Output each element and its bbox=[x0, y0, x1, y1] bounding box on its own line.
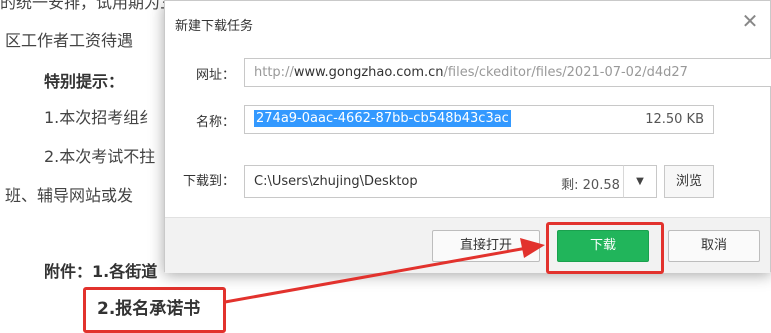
url-host: www.gongzhao.com.cn bbox=[293, 65, 444, 80]
filename-value: 274a9-0aac-4662-87bb-cb548b43c3ac bbox=[254, 110, 511, 127]
url-label: 网址： bbox=[195, 68, 235, 83]
cancel-button[interactable]: 取消 bbox=[668, 230, 760, 262]
download-highlight-box bbox=[546, 222, 664, 274]
destination-path: C:\Users\zhujing\Desktop bbox=[254, 174, 418, 189]
open-directly-button[interactable]: 直接打开 bbox=[432, 230, 540, 262]
destination-path-field[interactable]: C:\Users\zhujing\Desktop 剩: 20.58 GB bbox=[244, 165, 656, 198]
url-scheme: http:// bbox=[254, 65, 294, 80]
filename-field[interactable]: 274a9-0aac-4662-87bb-cb548b43c3ac 12.50 … bbox=[244, 105, 714, 134]
dest-label: 下载到： bbox=[182, 174, 235, 189]
article-line: 2.本次考试不拄 bbox=[44, 147, 156, 166]
name-label: 名称： bbox=[195, 115, 235, 130]
url-field[interactable]: http://www.gongzhao.com.cn/files/ckedito… bbox=[244, 58, 771, 87]
article-line: 1.本次招考组纟 bbox=[44, 108, 156, 127]
article-line: 区工作者工资待遇 bbox=[5, 31, 134, 50]
new-download-dialog: 新建下载任务 ✕ 网址： http://www.gongzhao.com.cn/… bbox=[164, 0, 771, 274]
attachment-heading: 附件：1.各街道 bbox=[44, 262, 158, 281]
close-icon[interactable]: ✕ bbox=[740, 11, 760, 31]
article-line: 班、辅导网站或发 bbox=[5, 186, 134, 205]
browse-button[interactable]: 浏览 bbox=[664, 165, 714, 198]
article-heading: 特别提示： bbox=[44, 72, 125, 91]
dialog-title: 新建下载任务 bbox=[175, 19, 254, 34]
attachment-highlight-box bbox=[83, 287, 226, 333]
chevron-down-icon[interactable]: ▼ bbox=[623, 165, 657, 198]
file-size: 12.50 KB bbox=[645, 112, 704, 127]
url-path: /files/ckeditor/files/2021-07-02/d4d27 bbox=[443, 65, 688, 80]
